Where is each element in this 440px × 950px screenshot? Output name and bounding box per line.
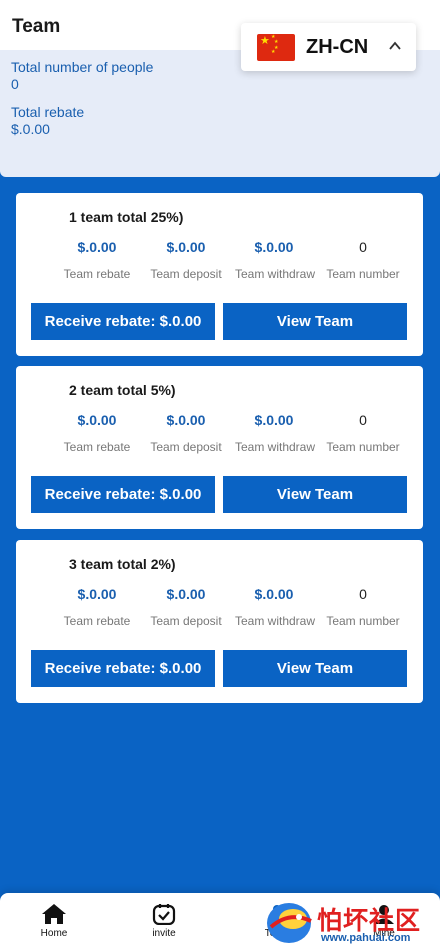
card-title: 3 team total 2%): [69, 556, 176, 572]
team-deposit-label: Team deposit: [150, 614, 222, 628]
invite-icon: [152, 904, 176, 925]
receive-rebate-button[interactable]: Receive rebate: $.0.00: [31, 650, 215, 687]
nav-item-home[interactable]: Home: [24, 903, 84, 947]
page-title: Team: [12, 16, 61, 37]
team-number-label: Team number: [326, 267, 400, 281]
nav-label-home: Home: [40, 928, 68, 939]
team-rebate-value: $.0.00: [77, 586, 117, 602]
china-flag-icon: ★ ★ ★ ★ ★: [257, 34, 295, 61]
watermark-emblem-icon: [267, 903, 312, 943]
team-rebate-value: $.0.00: [77, 239, 117, 255]
total-rebate-label: Total rebate: [11, 104, 85, 120]
team-withdraw-label: Team withdraw: [234, 267, 316, 281]
receive-rebate-button[interactable]: Receive rebate: $.0.00: [31, 476, 215, 513]
language-label: ZH-CN: [306, 36, 369, 58]
team-withdraw-value: $.0.00: [254, 239, 294, 255]
team-rebate-label: Team rebate: [63, 267, 131, 281]
watermark-logo: 怕坏社区 www.pahuai.com: [263, 893, 440, 950]
team-level-card: 2 team total 5%) $.0.00 $.0.00 $.0.00 0 …: [16, 366, 423, 529]
team-number-label: Team number: [326, 614, 400, 628]
card-title: 2 team total 5%): [69, 382, 176, 398]
team-deposit-value: $.0.00: [166, 586, 206, 602]
view-team-button[interactable]: View Team: [223, 303, 407, 340]
team-number-value: 0: [359, 586, 367, 602]
team-withdraw-value: $.0.00: [254, 412, 294, 428]
view-team-button[interactable]: View Team: [223, 650, 407, 687]
home-icon: [42, 904, 66, 924]
total-rebate-value: $.0.00: [11, 121, 50, 137]
team-deposit-label: Team deposit: [150, 440, 222, 454]
team-number-value: 0: [359, 412, 367, 428]
language-selector[interactable]: ★ ★ ★ ★ ★ ZH-CN: [241, 23, 416, 71]
nav-label-invite: invite: [152, 928, 176, 939]
chevron-up-icon: [389, 41, 401, 50]
team-deposit-value: $.0.00: [166, 412, 206, 428]
header-panel: Team Total number of people 0 Total reba…: [0, 0, 440, 177]
total-people-value: 0: [11, 76, 19, 92]
total-people-label: Total number of people: [11, 59, 154, 75]
nav-item-invite[interactable]: invite: [134, 903, 194, 947]
team-number-value: 0: [359, 239, 367, 255]
card-title: 1 team total 25%): [69, 209, 184, 225]
team-withdraw-label: Team withdraw: [234, 614, 316, 628]
team-level-card: 1 team total 25%) $.0.00 $.0.00 $.0.00 0…: [16, 193, 423, 356]
view-team-button[interactable]: View Team: [223, 476, 407, 513]
team-rebate-label: Team rebate: [63, 440, 131, 454]
team-deposit-label: Team deposit: [150, 267, 222, 281]
team-deposit-value: $.0.00: [166, 239, 206, 255]
team-rebate-label: Team rebate: [63, 614, 131, 628]
team-rebate-value: $.0.00: [77, 412, 117, 428]
team-level-card: 3 team total 2%) $.0.00 $.0.00 $.0.00 0 …: [16, 540, 423, 703]
watermark-url: www.pahuai.com: [321, 932, 411, 944]
team-number-label: Team number: [326, 440, 400, 454]
team-withdraw-value: $.0.00: [254, 586, 294, 602]
receive-rebate-button[interactable]: Receive rebate: $.0.00: [31, 303, 215, 340]
team-withdraw-label: Team withdraw: [234, 440, 316, 454]
